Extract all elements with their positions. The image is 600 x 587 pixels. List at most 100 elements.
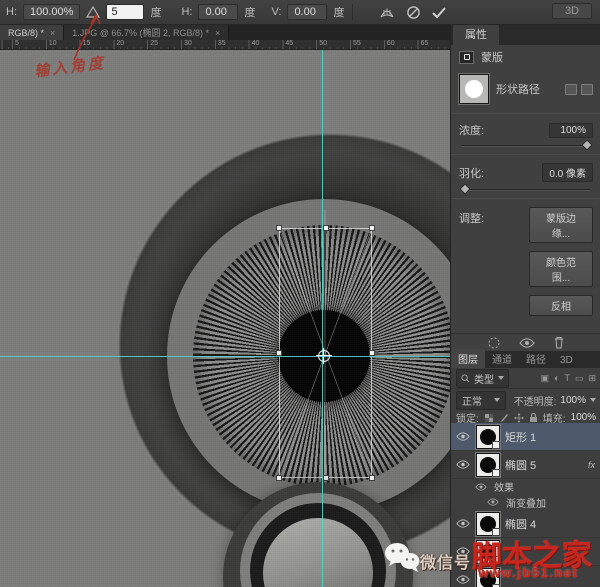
masks-title: 蒙版 <box>481 49 503 65</box>
skew-v-label: V: <box>271 6 281 18</box>
transform-handle[interactable] <box>369 225 375 231</box>
layer-thumbnail[interactable] <box>476 540 500 564</box>
ruler-tick-label: 5 <box>15 40 19 47</box>
layer-row-ellipse-4[interactable]: 椭圆 4 <box>451 510 600 538</box>
tab-properties[interactable]: 属性 <box>453 24 499 45</box>
horizontal-ruler[interactable]: 5101520253035404550556065 <box>0 40 450 50</box>
layer-thumbnail[interactable] <box>476 512 500 536</box>
transform-handle[interactable] <box>323 225 329 231</box>
lock-position-move-icon[interactable] <box>514 413 524 423</box>
filter-type-icon[interactable]: T <box>564 373 570 384</box>
visibility-eye-icon[interactable] <box>455 432 471 441</box>
mask-enable-eye-icon[interactable] <box>519 338 535 348</box>
tab-layers[interactable]: 图层 <box>451 349 485 368</box>
transform-handle[interactable] <box>323 475 329 481</box>
skew-h-label: H: <box>181 6 192 18</box>
filter-shape-icon[interactable]: ▭ <box>575 373 584 384</box>
layer-thumbnail[interactable] <box>476 568 500 587</box>
canvas-area[interactable] <box>0 50 450 587</box>
layer-row-partial[interactable] <box>451 538 600 566</box>
density-value[interactable]: 100% <box>549 123 593 138</box>
effects-eye-icon[interactable] <box>473 483 489 491</box>
tab-channels[interactable]: 通道 <box>485 349 519 368</box>
properties-tabstrip: 属性 <box>451 25 600 45</box>
degree-label: 度 <box>333 4 344 20</box>
vertical-guide[interactable] <box>322 50 323 587</box>
effects-row[interactable]: 效果 <box>451 479 600 494</box>
ruler-tick-label: 55 <box>353 40 361 47</box>
feather-slider-knob[interactable] <box>459 183 470 194</box>
pixel-mask-badge-icon[interactable] <box>565 84 577 95</box>
tab-3d[interactable]: 3D <box>553 353 580 368</box>
fx-icon[interactable]: fx <box>588 460 597 470</box>
scale-label: H: <box>6 6 17 18</box>
filter-adjustment-icon[interactable]: ◐ <box>554 373 559 384</box>
mask-thumbnail[interactable] <box>459 74 489 104</box>
layer-name: 椭圆 4 <box>505 516 536 532</box>
chevron-down-icon <box>494 398 500 402</box>
scale-value-field[interactable]: 100.00% <box>23 4 80 20</box>
ruler-tick-label: 15 <box>83 40 91 47</box>
ruler-tick-label: 50 <box>319 40 327 47</box>
warp-mode-icon[interactable] <box>377 3 397 21</box>
vector-mask-badge-icon[interactable] <box>581 84 593 95</box>
transform-handle[interactable] <box>276 475 282 481</box>
layer-row-partial[interactable] <box>451 566 600 587</box>
filter-smartobject-icon[interactable]: ⊞ <box>588 373 596 384</box>
close-tab-icon[interactable]: × <box>50 28 55 38</box>
density-slider[interactable] <box>461 140 591 150</box>
document-tab[interactable]: RGB/8) * × <box>0 25 64 40</box>
density-slider-knob[interactable] <box>581 139 592 150</box>
layer-name: 矩形 1 <box>505 429 536 445</box>
feather-value[interactable]: 0.0 像素 <box>542 163 593 182</box>
workspace-switcher-3d[interactable]: 3D <box>552 3 592 19</box>
chevron-down-icon[interactable] <box>590 398 596 402</box>
adjust-label: 调整: <box>459 207 484 316</box>
rotation-angle-input[interactable]: 5 <box>106 4 144 20</box>
transform-reference-point[interactable] <box>318 350 330 362</box>
gradient-overlay-row[interactable]: 渐变叠加 <box>451 494 600 510</box>
mask-panel-icon <box>459 51 474 64</box>
layer-thumbnail[interactable] <box>476 425 500 449</box>
mask-edge-button[interactable]: 蒙版边缘... <box>529 207 593 243</box>
visibility-eye-icon[interactable] <box>455 547 471 556</box>
lock-pixels-brush-icon[interactable] <box>499 413 509 423</box>
blend-mode-combo[interactable]: 正常 <box>456 391 506 410</box>
density-label: 浓度: <box>459 122 484 138</box>
transform-handle[interactable] <box>276 225 282 231</box>
lock-transparency-icon[interactable] <box>484 413 494 423</box>
close-tab-icon[interactable]: × <box>215 28 220 38</box>
color-range-button[interactable]: 颜色范围... <box>529 251 593 287</box>
visibility-eye-icon[interactable] <box>455 575 471 584</box>
visibility-eye-icon[interactable] <box>455 460 471 469</box>
feather-label: 羽化: <box>459 165 484 181</box>
fill-value[interactable]: 100% <box>571 412 597 423</box>
cancel-transform-icon[interactable] <box>403 3 423 21</box>
layer-row-ellipse-5[interactable]: 椭圆 5 fx <box>451 451 600 479</box>
layer-filter-row: 类型 ▣ ◐ T ▭ ⊞ <box>451 368 600 389</box>
visibility-eye-icon[interactable] <box>455 519 471 528</box>
invert-button[interactable]: 反相 <box>529 295 593 316</box>
masks-properties-panel: 蒙版 形状路径 浓度: 100% 羽化: 0.0 像素 <box>451 45 600 351</box>
skew-h-input[interactable]: 0.00 <box>198 4 238 20</box>
separator <box>352 4 353 20</box>
ruler-tick-label: 60 <box>387 40 395 47</box>
opacity-value[interactable]: 100% <box>560 395 586 406</box>
layer-thumbnail[interactable] <box>476 453 500 477</box>
photoshop-window: H: 100.00% 5 度 H: 0.00 度 V: 0.00 度 3D <box>0 0 600 587</box>
tab-paths[interactable]: 路径 <box>519 349 553 368</box>
layer-filter-combo[interactable]: 类型 <box>456 369 509 388</box>
filter-pixel-icon[interactable]: ▣ <box>540 373 549 384</box>
transform-handle[interactable] <box>369 475 375 481</box>
feather-slider[interactable] <box>461 184 591 194</box>
delete-mask-trash-icon[interactable] <box>553 336 565 349</box>
horizontal-guide[interactable] <box>0 356 450 357</box>
opacity-label: 不透明度: <box>514 393 557 408</box>
skew-v-input[interactable]: 0.00 <box>287 4 327 20</box>
document-tab[interactable]: 1.JPG @ 66.7% (椭圆 2, RGB/8) * × <box>64 25 229 40</box>
commit-transform-icon[interactable] <box>429 3 449 21</box>
gradient-overlay-eye-icon[interactable] <box>485 498 501 506</box>
lock-all-padlock-icon[interactable] <box>529 412 538 423</box>
layer-row-rectangle-1[interactable]: 矩形 1 <box>451 423 600 451</box>
mask-to-selection-icon[interactable] <box>487 336 501 350</box>
